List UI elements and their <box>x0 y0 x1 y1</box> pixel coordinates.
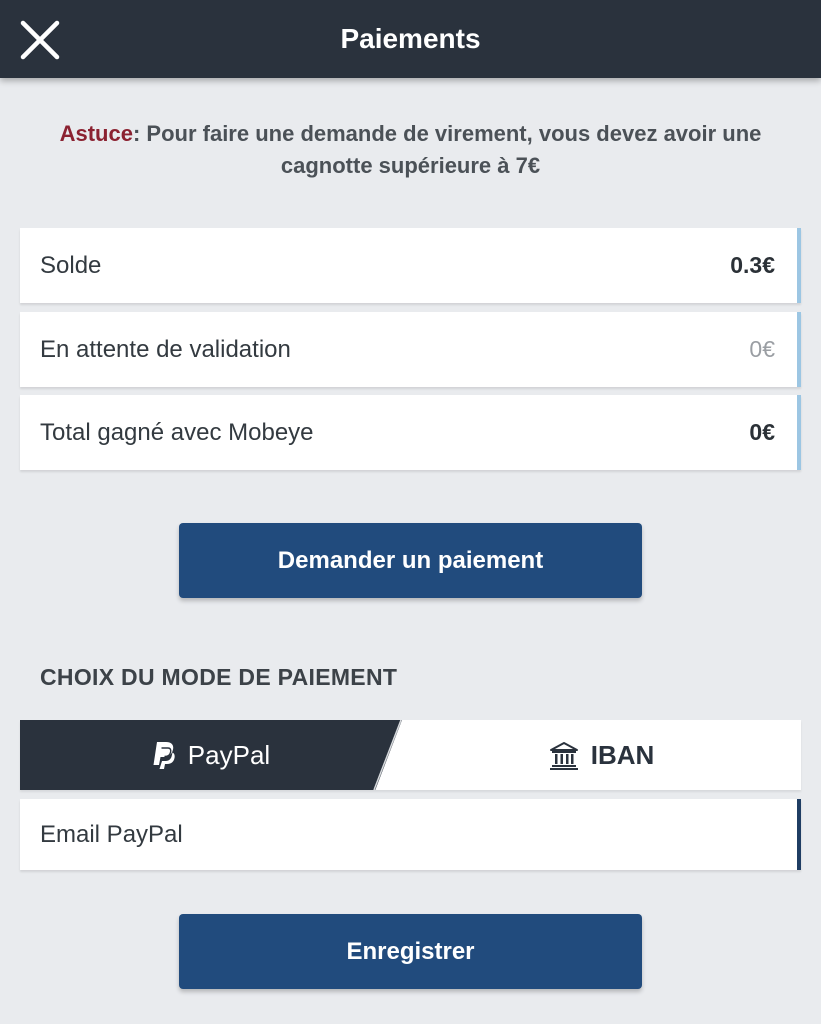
bank-icon <box>549 742 578 770</box>
paypal-email-field <box>20 799 801 870</box>
pending-validation-value: 0€ <box>749 336 775 362</box>
header-bar: Paiements <box>0 0 821 78</box>
pending-validation-label: En attente de validation <box>40 336 291 363</box>
paypal-email-input[interactable] <box>20 799 797 870</box>
page-title: Paiements <box>340 23 481 54</box>
payment-mode-title: CHOIX DU MODE DE PAIEMENT <box>40 664 398 690</box>
total-earned-label: Total gagné avec Mobeye <box>40 419 314 446</box>
payment-mode-tabs: PayPal IBAN <box>20 720 801 790</box>
tip-message: Astuce: Pour faire une demande de vireme… <box>30 118 791 182</box>
payments-screen: Paiements Astuce: Pour faire une demande… <box>0 0 821 1024</box>
balance-value: 0.3€ <box>730 252 775 278</box>
tab-paypal[interactable]: PayPal <box>20 720 400 790</box>
tab-iban-label: IBAN <box>590 739 655 770</box>
total-earned-row: Total gagné avec Mobeye 0€ <box>20 395 801 470</box>
tip-label: Astuce <box>59 121 133 146</box>
balance-label: Solde <box>40 252 102 279</box>
close-icon <box>20 20 60 60</box>
save-button[interactable]: Enregistrer <box>179 914 642 989</box>
pending-validation-row: En attente de validation 0€ <box>20 312 801 387</box>
tip-text: : Pour faire une demande de virement, vo… <box>132 121 762 178</box>
balance-row: Solde 0.3€ <box>20 228 801 303</box>
close-button[interactable] <box>14 16 66 64</box>
request-payment-button[interactable]: Demander un paiement <box>179 523 642 598</box>
total-earned-value: 0€ <box>749 419 775 445</box>
tab-paypal-label: PayPal <box>187 739 271 770</box>
paypal-icon <box>153 742 175 769</box>
tab-iban[interactable]: IBAN <box>402 720 801 790</box>
